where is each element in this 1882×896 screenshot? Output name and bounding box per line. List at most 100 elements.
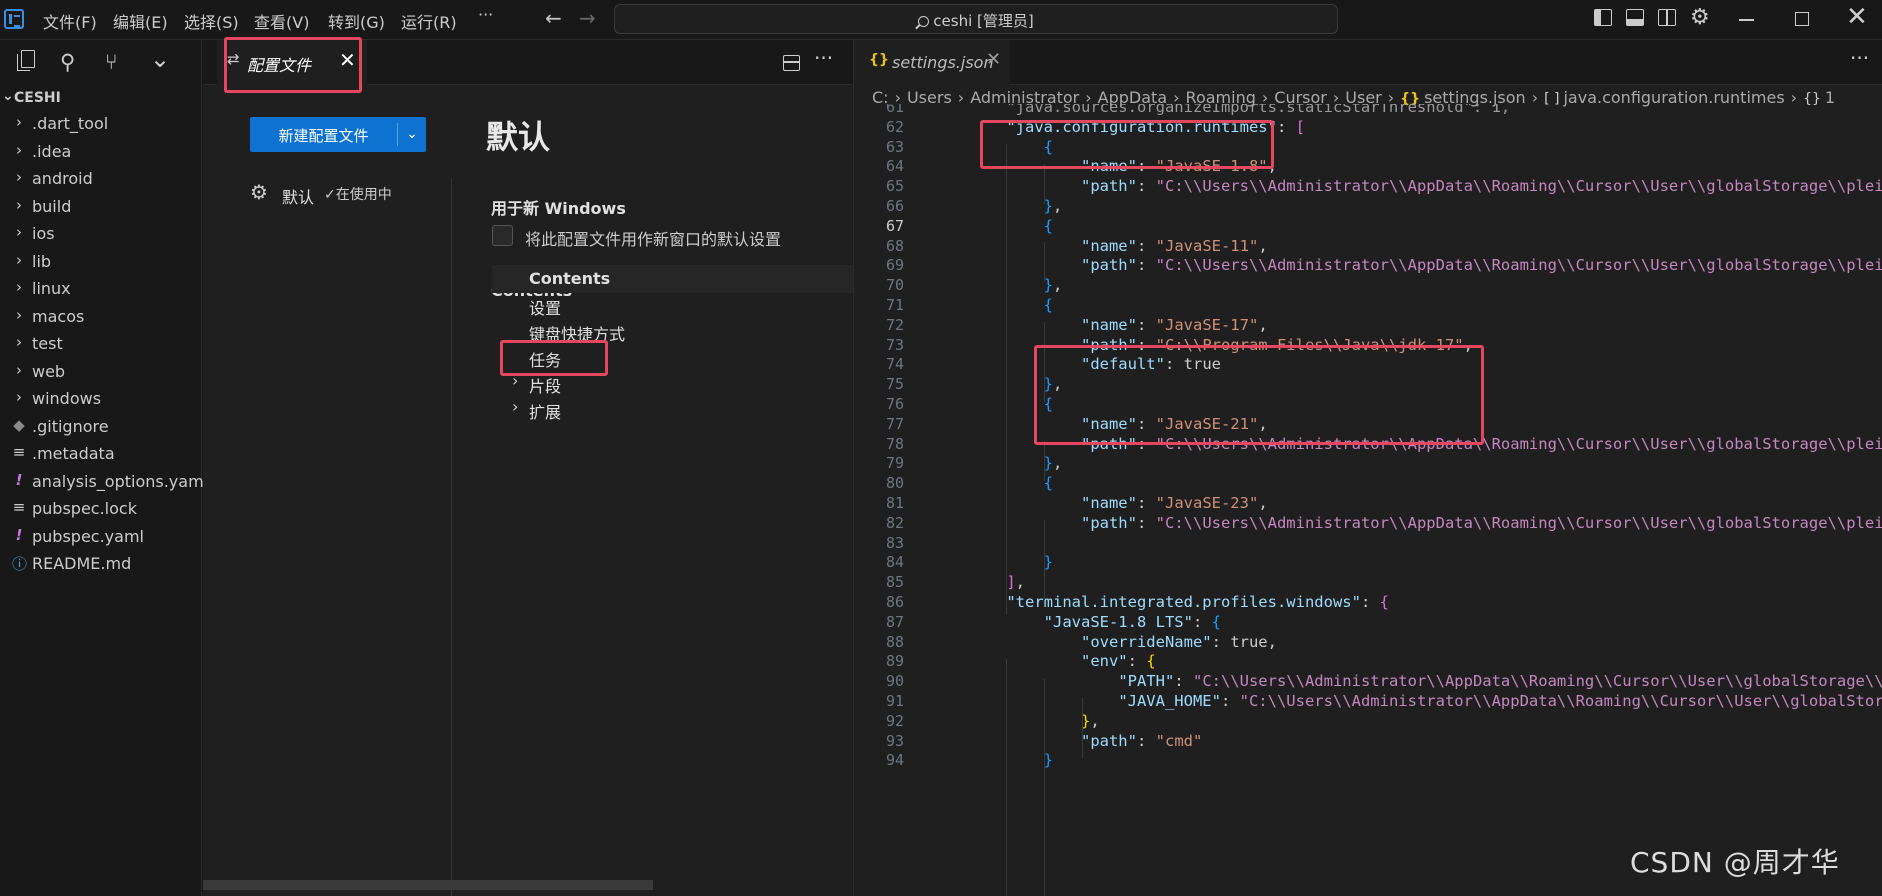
more-actions-icon[interactable]: ··· <box>814 46 833 70</box>
contents-item[interactable]: 任务 <box>492 343 853 371</box>
explorer-item[interactable]: › linux <box>0 277 202 301</box>
indent-guide <box>1044 679 1045 896</box>
indent-guide <box>1044 322 1045 402</box>
explorer-item[interactable]: › android <box>0 167 202 191</box>
explorer-item-label: linux <box>32 279 71 298</box>
code-token: "name" <box>1080 414 1137 433</box>
code-text: "path": "C:\\Users\\Administrator\\AppDa… <box>969 514 1882 532</box>
line-number: 87 <box>885 612 904 631</box>
code-token: "JavaSE-1.8" <box>1155 157 1268 176</box>
json-braces-icon: {} <box>869 52 889 68</box>
explorer-item[interactable]: › build <box>0 195 202 219</box>
contents-item[interactable]: 设置 <box>492 291 853 319</box>
explorer-item[interactable]: ◆ .gitignore <box>0 415 202 439</box>
gear-icon: ⚙ <box>250 180 268 204</box>
window-maximize-button[interactable] <box>1795 12 1809 26</box>
line-number: 78 <box>885 434 904 453</box>
menu-view[interactable]: 查看(V) <box>254 9 309 33</box>
explorer-item[interactable]: ! pubspec.yaml <box>0 525 202 549</box>
explorer-item[interactable]: ≡ .metadata <box>0 442 202 466</box>
code-text: }, <box>969 454 1063 473</box>
code-token: [ <box>1295 117 1305 136</box>
editor-tab-bar: {} settings.json ✕ ··· <box>854 40 1882 85</box>
explorer-item-label: test <box>32 334 63 353</box>
line-number: 62 <box>885 117 904 136</box>
contents-item[interactable]: › 扩展 <box>492 395 853 423</box>
explorer-item-label: pubspec.lock <box>32 499 137 518</box>
root-folder-label: CESHI <box>14 90 61 106</box>
explorer-item[interactable]: › ios <box>0 222 202 246</box>
explorer-item[interactable]: › .dart_tool <box>0 112 202 136</box>
chevron-down-icon[interactable]: ⌄ <box>150 45 170 73</box>
search-view-icon[interactable]: ⚲ <box>60 50 75 74</box>
explorer-item[interactable]: › .idea <box>0 140 202 164</box>
code-text: { <box>969 138 1053 156</box>
window-close-button[interactable]: ✕ <box>1846 2 1868 32</box>
back-arrow-icon[interactable]: ← <box>545 6 562 30</box>
chevron-down-icon[interactable]: ⌄ <box>398 117 426 152</box>
tab-label: 配置文件 <box>247 56 312 75</box>
close-icon[interactable]: ✕ <box>339 48 356 72</box>
split-editor-icon[interactable] <box>783 55 800 71</box>
contents-item[interactable]: › 片段 <box>492 369 853 397</box>
line-number: 81 <box>885 494 904 512</box>
line-number: 79 <box>885 454 904 473</box>
explorer-item[interactable]: ! analysis_options.yaml <box>0 470 209 494</box>
code-token: , <box>1090 711 1100 730</box>
code-text: "name": "JavaSE-17", <box>969 316 1268 334</box>
contents-item[interactable]: Contents <box>492 265 853 293</box>
explorer-item[interactable]: ⓘ README.md <box>0 552 202 576</box>
explorer-item[interactable]: ≡ pubspec.lock <box>0 497 202 521</box>
menu-edit[interactable]: 编辑(E) <box>113 9 168 33</box>
menu-selection[interactable]: 选择(S) <box>184 9 239 33</box>
indent-guide <box>1082 698 1083 758</box>
code-token: "JavaSE-21" <box>1155 414 1259 433</box>
code-token: true <box>1183 355 1221 374</box>
code-token: "name" <box>1080 315 1137 334</box>
explorer-item[interactable]: › test <box>0 332 202 356</box>
explorer-root-folder[interactable]: ⌄ CESHI <box>0 88 202 110</box>
code-token: : <box>1136 731 1156 750</box>
window-minimize-button[interactable] <box>1739 19 1754 21</box>
code-text: "name": "JavaSE-21", <box>969 415 1268 433</box>
code-token: { <box>1146 652 1156 671</box>
toggle-panel-icon[interactable] <box>1626 9 1644 26</box>
contents-item[interactable]: 键盘快捷方式 <box>492 317 853 345</box>
code-token: : <box>1136 157 1156 176</box>
new-profile-button[interactable]: 新建配置文件 ⌄ <box>250 117 426 152</box>
menu-more[interactable]: ··· <box>478 5 493 24</box>
tab-settings-json[interactable]: {} settings.json ✕ <box>854 40 1010 85</box>
code-token: "default" <box>1080 355 1165 374</box>
code-token: : <box>1136 414 1156 433</box>
default-profile-checkbox[interactable] <box>492 225 513 246</box>
horizontal-scrollbar[interactable] <box>203 880 653 890</box>
explorer-item[interactable]: › web <box>0 360 202 384</box>
close-icon[interactable]: ✕ <box>986 49 1001 70</box>
explorer-item[interactable]: › windows <box>0 387 202 411</box>
code-area[interactable]: 61 "java.sources.organizeImports.staticS… <box>854 104 1882 896</box>
explorer-item[interactable]: › macos <box>0 305 202 329</box>
code-token: : <box>1220 692 1240 710</box>
gear-icon[interactable]: ⚙ <box>1690 5 1710 30</box>
code-token: { <box>1379 593 1389 611</box>
code-token: : <box>1127 652 1147 671</box>
explorer-item-label: android <box>32 169 93 188</box>
toggle-primary-sidebar-icon[interactable] <box>1594 9 1612 26</box>
command-center-search[interactable]: ceshi [管理员] <box>614 4 1338 34</box>
tab-profiles[interactable]: ⇄ 配置文件 ✕ <box>217 40 367 85</box>
code-token: , <box>1463 335 1473 354</box>
forward-arrow-icon[interactable]: → <box>579 6 596 30</box>
explorer-item[interactable]: › lib <box>0 250 202 274</box>
menu-file[interactable]: 文件(F) <box>43 9 97 33</box>
code-token: , <box>1053 454 1063 473</box>
source-control-icon[interactable]: ⑂ <box>105 50 118 74</box>
menu-go[interactable]: 转到(G) <box>328 9 385 33</box>
more-actions-icon[interactable]: ··· <box>1850 46 1869 70</box>
watermark: CSDN @周才华 <box>1630 846 1840 879</box>
menu-run[interactable]: 运行(R) <box>401 9 457 33</box>
explorer-files-icon[interactable] <box>16 48 36 72</box>
code-token: "C:\\Users\\Administrator\\AppData\\Roam… <box>1155 177 1882 196</box>
toggle-secondary-sidebar-icon[interactable] <box>1658 9 1676 26</box>
code-token: : <box>1174 672 1193 691</box>
